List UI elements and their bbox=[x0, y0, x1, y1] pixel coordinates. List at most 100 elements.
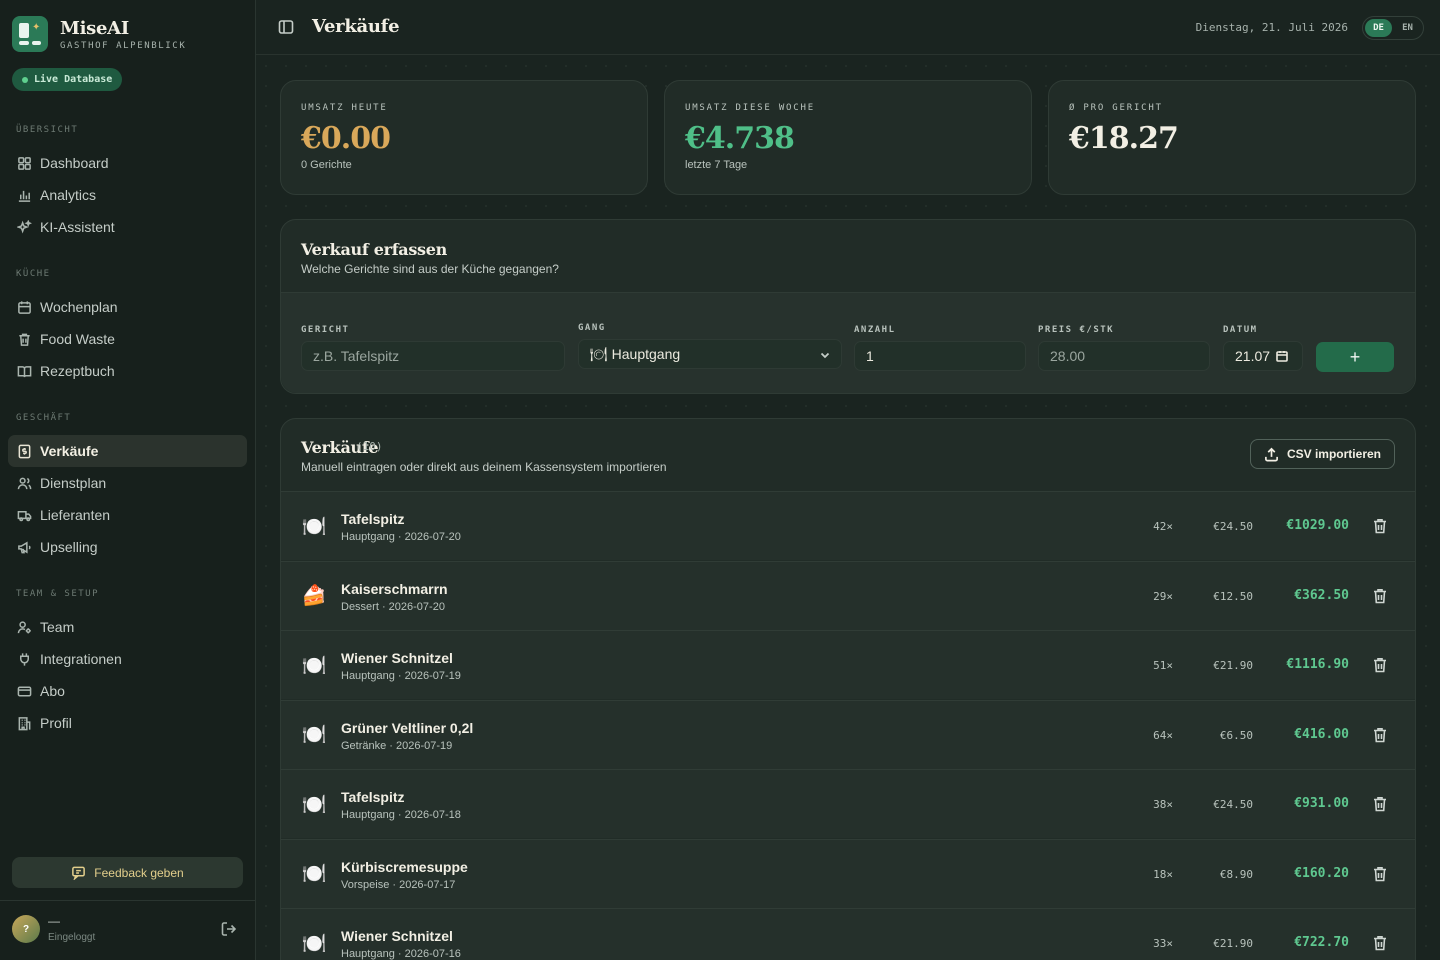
lang-de-button[interactable]: DE bbox=[1365, 19, 1392, 37]
delete-icon[interactable] bbox=[1371, 587, 1389, 605]
delete-icon[interactable] bbox=[1371, 656, 1389, 674]
sidebar-item-upselling[interactable]: Upselling bbox=[8, 531, 247, 563]
sidebar-item-label: Verkäufe bbox=[40, 443, 99, 459]
dish-name: Wiener Schnitzel bbox=[341, 650, 453, 666]
table-row[interactable]: 🍰 Kaiserschmarrn Dessert · 2026-07-20 29× €1… bbox=[281, 560, 1415, 630]
dish-label: GERICHT bbox=[301, 325, 350, 335]
live-badge-label: Live Database bbox=[34, 74, 113, 85]
sidebar-item-wochenplan[interactable]: Wochenplan bbox=[8, 291, 247, 323]
dish-meta: Hauptgang · 2026-07-18 bbox=[341, 809, 461, 821]
language-toggle: DE EN bbox=[1362, 16, 1424, 40]
table-row[interactable]: 🍽️ Tafelspitz Hauptgang · 2026-07-18 38× €24… bbox=[281, 769, 1415, 838]
stat-value: €18.27 bbox=[1069, 121, 1179, 156]
line-total: €160.20 bbox=[1294, 865, 1349, 881]
line-total: €722.70 bbox=[1294, 935, 1349, 950]
quantity: 51× bbox=[1153, 659, 1173, 672]
quantity: 42× bbox=[1153, 520, 1173, 533]
dish-name: Tafelspitz bbox=[341, 511, 405, 527]
user-cog-icon bbox=[16, 619, 32, 635]
line-total: €362.50 bbox=[1294, 587, 1349, 603]
sidebar-item-analytics[interactable]: Analytics bbox=[8, 179, 247, 211]
status-dot-icon bbox=[22, 76, 28, 83]
csv-import-button[interactable]: CSV importieren bbox=[1249, 439, 1395, 469]
sidebar-item-ki-assistent[interactable]: KI-Assistent bbox=[8, 211, 247, 243]
stat-label: UMSATZ DIESE WOCHE bbox=[685, 103, 815, 113]
table-row[interactable]: 🍽️ Tafelspitz Hauptgang · 2026-07-20 42× €24… bbox=[281, 491, 1415, 560]
logo-icon: ✦ bbox=[12, 16, 48, 52]
sidebar-toggle-icon[interactable] bbox=[278, 19, 294, 35]
dish-name: Wiener Schnitzel bbox=[341, 928, 453, 944]
sidebar-item-profil[interactable]: Profil bbox=[8, 707, 247, 739]
sidebar-item-label: Wochenplan bbox=[40, 299, 118, 315]
main-content: UMSATZ HEUTE €0.00 0 Gerichte UMSATZ DIE… bbox=[256, 56, 1440, 960]
quantity: 29× bbox=[1153, 589, 1173, 603]
table-row[interactable]: 🍽️ Kürbiscremesuppe Vorspeise · 2026-07-17… bbox=[281, 838, 1415, 908]
delete-icon[interactable] bbox=[1371, 865, 1389, 883]
date-input[interactable]: 21.07 bbox=[1223, 341, 1303, 371]
sparkles-icon bbox=[16, 219, 32, 235]
table-row[interactable]: 🍽️ Wiener Schnitzel Hauptgang · 2026-07-19… bbox=[281, 630, 1415, 699]
stat-sub: letzte 7 Tage bbox=[685, 159, 748, 171]
avatar[interactable]: ? bbox=[12, 915, 40, 943]
line-total: €1116.90 bbox=[1286, 657, 1349, 672]
brand[interactable]: ✦ MiseAI GASTHOF ALPENBLICK bbox=[12, 16, 186, 52]
sidebar-item-abo[interactable]: Abo bbox=[8, 675, 247, 707]
add-sale-button[interactable]: + bbox=[1316, 342, 1394, 372]
credit-card-icon bbox=[16, 683, 32, 699]
sidebar-item-label: Abo bbox=[40, 683, 65, 699]
sidebar-item-label: KI-Assistent bbox=[40, 219, 115, 235]
lang-en-button[interactable]: EN bbox=[1394, 19, 1421, 37]
logout-icon[interactable] bbox=[220, 920, 238, 938]
stat-label: UMSATZ HEUTE bbox=[301, 103, 388, 113]
unit-price: €24.50 bbox=[1213, 520, 1253, 533]
sidebar-item-label: Upselling bbox=[40, 539, 98, 555]
delete-icon[interactable] bbox=[1371, 517, 1389, 535]
stat-card-average: Ø PRO GERICHT €18.27 bbox=[1048, 80, 1416, 195]
delete-icon[interactable] bbox=[1371, 726, 1389, 744]
stat-card-today: UMSATZ HEUTE €0.00 0 Gerichte bbox=[280, 80, 648, 195]
dish-input[interactable]: z.B. Tafelspitz bbox=[301, 341, 565, 371]
sidebar-item-team[interactable]: Team bbox=[8, 611, 247, 643]
table-row[interactable]: 🍽️ Wiener Schnitzel Hauptgang · 2026-07-16… bbox=[281, 908, 1415, 960]
unit-price: €12.50 bbox=[1213, 589, 1253, 603]
quantity-label: ANZAHL bbox=[854, 325, 896, 335]
brand-subtitle: GASTHOF ALPENBLICK bbox=[60, 40, 187, 51]
sidebar-item-verkaeufe[interactable]: Verkäufe bbox=[8, 435, 247, 467]
sidebar-item-label: Dashboard bbox=[40, 155, 109, 171]
table-row[interactable]: 🍽️ Grüner Veltliner 0,2l Getränke · 2026-0… bbox=[281, 699, 1415, 769]
sidebar: ✦ MiseAI GASTHOF ALPENBLICK Live Databas… bbox=[0, 0, 256, 960]
users-icon bbox=[16, 475, 32, 491]
dish-name: Grüner Veltliner 0,2l bbox=[341, 719, 474, 736]
top-header: Verkäufe Dienstag, 21. Juli 2026 DE EN bbox=[256, 0, 1440, 55]
price-input[interactable]: 28.00 bbox=[1038, 341, 1210, 371]
stat-value: €4.738 bbox=[685, 121, 795, 156]
dish-icon: 🍽️ bbox=[301, 793, 327, 816]
price-label: PREIS €/STK bbox=[1038, 325, 1115, 335]
sidebar-item-label: Lieferanten bbox=[40, 507, 111, 523]
delete-icon[interactable] bbox=[1371, 934, 1389, 952]
delete-icon[interactable] bbox=[1371, 795, 1389, 813]
current-date: Dienstag, 21. Juli 2026 bbox=[1195, 21, 1348, 34]
live-database-badge: Live Database bbox=[12, 68, 123, 91]
sidebar-item-label: Team bbox=[40, 619, 75, 635]
message-square-icon bbox=[72, 866, 86, 880]
page-title: Verkäufe bbox=[312, 16, 400, 37]
sidebar-item-dashboard[interactable]: Dashboard bbox=[8, 147, 247, 179]
calendar-icon[interactable] bbox=[1276, 350, 1288, 362]
dish-meta: Hauptgang · 2026-07-16 bbox=[341, 948, 461, 960]
sidebar-item-label: Analytics bbox=[40, 187, 97, 203]
sidebar-item-lieferanten[interactable]: Lieferanten bbox=[8, 499, 247, 531]
upload-icon bbox=[1265, 447, 1278, 461]
dish-icon: 🍽️ bbox=[301, 863, 327, 885]
sidebar-item-food-waste[interactable]: Food Waste bbox=[8, 323, 247, 355]
chevron-down-icon bbox=[819, 348, 831, 360]
brand-name: MiseAI bbox=[60, 17, 129, 39]
sales-list-card: Verkäufe (10) Manuell eintragen oder dir… bbox=[280, 418, 1416, 960]
quantity-input[interactable]: 1 bbox=[854, 341, 1026, 371]
feedback-button[interactable]: Feedback geben bbox=[12, 857, 243, 888]
course-select[interactable]: 🍽 Hauptgang bbox=[578, 339, 842, 369]
sidebar-item-rezeptbuch[interactable]: Rezeptbuch bbox=[8, 355, 247, 387]
sidebar-item-dienstplan[interactable]: Dienstplan bbox=[8, 467, 247, 499]
sidebar-item-integrationen[interactable]: Integrationen bbox=[8, 643, 247, 675]
layout-grid-icon bbox=[16, 155, 32, 171]
